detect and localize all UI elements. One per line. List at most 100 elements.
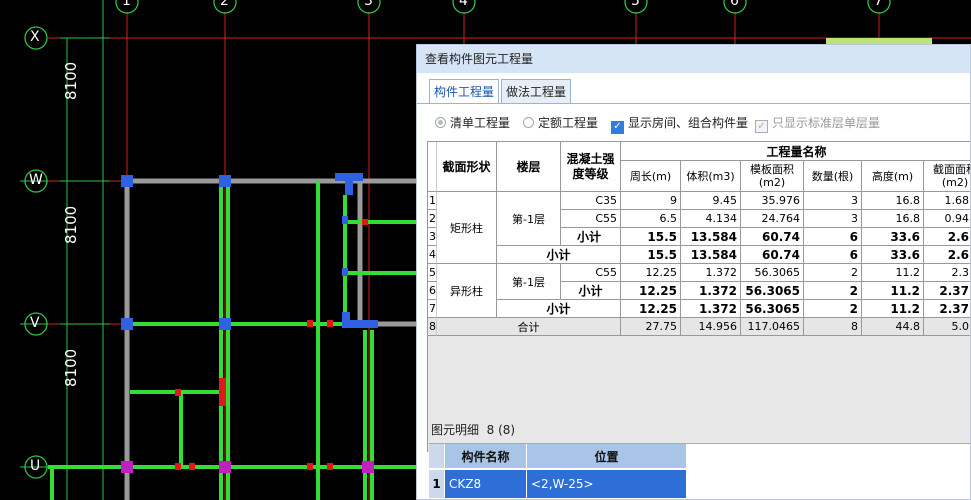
cell-height: 16.8 <box>862 192 924 210</box>
cell-perimeter: 12.25 <box>621 282 681 300</box>
header-height: 高度(m) <box>862 161 924 192</box>
cell-perimeter: 27.75 <box>621 318 681 336</box>
row-number: 3 <box>428 228 437 246</box>
axis-label-6: 6 <box>730 0 739 9</box>
group-floor: 第-1层 <box>497 264 561 300</box>
axis-label-7: 7 <box>874 0 883 9</box>
cell-height: 11.2 <box>862 282 924 300</box>
header-formwork: 模板面积(m2) <box>741 161 804 192</box>
cell-formwork: 24.764 <box>741 210 804 228</box>
cell-subtotal: 小计 <box>497 246 621 264</box>
cell-formwork: 35.976 <box>741 192 804 210</box>
radio-quota-qty[interactable]: 定额工程量 <box>523 113 598 133</box>
header-volume: 体积(m3) <box>681 161 741 192</box>
cell-volume: 1.372 <box>681 264 741 282</box>
cell-perimeter: 6.5 <box>621 210 681 228</box>
cell-volume: 13.584 <box>681 228 741 246</box>
cell-height: 11.2 <box>862 264 924 282</box>
cell-perimeter: 15.5 <box>621 246 681 264</box>
cell-count: 2 <box>804 264 862 282</box>
header-perimeter: 周长(m) <box>621 161 681 192</box>
cell-area: 2.37 <box>924 300 970 318</box>
cell-area: 2.3 <box>924 264 970 282</box>
detail-table: 构件名称 位置 1 CKZ8 <2,W-25> <box>429 443 970 499</box>
cell-area: 2.37 <box>924 282 970 300</box>
group-floor: 第-1层 <box>497 192 561 246</box>
header-section-area: 截面面积(m2) <box>924 161 970 192</box>
cell-formwork: 56.3065 <box>741 282 804 300</box>
header-floor: 楼层 <box>497 142 561 192</box>
axis-label-1: 1 <box>122 0 131 9</box>
cell-count: 2 <box>804 282 862 300</box>
cell-count: 3 <box>804 192 862 210</box>
cell-height: 11.2 <box>862 300 924 318</box>
cell-area: 2.6 <box>924 228 970 246</box>
cell-formwork: 56.3065 <box>741 300 804 318</box>
row-number: 7 <box>428 300 437 318</box>
detail-count: 8 (8) <box>486 423 516 437</box>
cell-formwork: 56.3065 <box>741 264 804 282</box>
row-number: 4 <box>428 246 437 264</box>
rebar-marks <box>175 219 368 470</box>
row-number: 2 <box>428 210 437 228</box>
cell-volume: 14.956 <box>681 318 741 336</box>
tab-component-qty[interactable]: 构件工程量 <box>429 79 499 103</box>
cell-subtotal: 小计 <box>497 300 621 318</box>
check-icon: ✓ <box>611 121 624 134</box>
detail-title: 图元明细 8 (8) <box>431 423 516 437</box>
cell-grade: C55 <box>561 210 621 228</box>
checkbox-show-rooms[interactable]: ✓ 显示房间、组合构件量 <box>611 113 748 134</box>
dimension-label-1: 8100 <box>62 61 80 100</box>
cell-subtotal: 小计 <box>561 228 621 246</box>
radio-list-qty[interactable]: 清单工程量 <box>435 113 510 133</box>
detail-row-name[interactable]: CKZ8 <box>445 470 527 498</box>
cell-height: 33.6 <box>862 228 924 246</box>
tab-divider <box>417 103 970 104</box>
detail-header-name: 构件名称 <box>445 444 527 468</box>
row-number: 1 <box>428 192 437 210</box>
cell-height: 44.8 <box>862 318 924 336</box>
cell-total: 合计 <box>437 318 621 336</box>
cell-subtotal: 小计 <box>561 282 621 300</box>
check-icon: ✓ <box>755 120 768 133</box>
cell-area: 5.0 <box>924 318 970 336</box>
cell-area: 0.94 <box>924 210 970 228</box>
cell-perimeter: 15.5 <box>621 228 681 246</box>
header-qty-name: 工程量名称 <box>621 142 970 161</box>
cell-perimeter: 12.25 <box>621 264 681 282</box>
cell-count: 2 <box>804 300 862 318</box>
axis-label-u: U <box>30 458 41 474</box>
cell-count: 6 <box>804 246 862 264</box>
header-concrete-grade: 混凝土强度等级 <box>561 142 621 192</box>
row-number: 6 <box>428 282 437 300</box>
detail-header-position: 位置 <box>527 444 687 468</box>
cell-count: 3 <box>804 210 862 228</box>
dialog-title: 查看构件图元工程量 <box>417 45 970 73</box>
cell-area: 1.68 <box>924 192 970 210</box>
cell-volume: 1.372 <box>681 282 741 300</box>
cell-count: 6 <box>804 228 862 246</box>
cell-volume: 13.584 <box>681 246 741 264</box>
cell-formwork: 60.74 <box>741 228 804 246</box>
axis-label-w: W <box>29 172 43 188</box>
cell-volume: 1.372 <box>681 300 741 318</box>
detail-row-position[interactable]: <2,W-25> <box>527 470 687 498</box>
axis-label-4: 4 <box>459 0 468 9</box>
cell-area: 2.6 <box>924 246 970 264</box>
cell-formwork: 117.0465 <box>741 318 804 336</box>
cell-perimeter: 12.25 <box>621 300 681 318</box>
detail-row-number: 1 <box>429 470 445 498</box>
checkbox-std-floor[interactable]: ✓ 只显示标准层单层量 <box>755 113 880 133</box>
header-count: 数量(根) <box>804 161 862 192</box>
row-number-header <box>428 142 437 192</box>
tab-method-qty[interactable]: 做法工程量 <box>501 79 571 103</box>
axis-label-x: X <box>30 29 40 45</box>
quantity-dialog[interactable]: 查看构件图元工程量 构件工程量 做法工程量 清单工程量 定额工程量 ✓ 显示房间、… <box>416 44 971 500</box>
cell-volume: 9.45 <box>681 192 741 210</box>
row-number: 8 <box>428 318 437 336</box>
quantity-table: 截面形状 楼层 混凝土强度等级 工程量名称 周长(m) 体积(m3) 模板面积(… <box>427 141 970 452</box>
axis-label-v: V <box>30 315 40 331</box>
columns <box>121 173 378 330</box>
header-section-shape: 截面形状 <box>437 142 497 192</box>
cell-height: 16.8 <box>862 210 924 228</box>
